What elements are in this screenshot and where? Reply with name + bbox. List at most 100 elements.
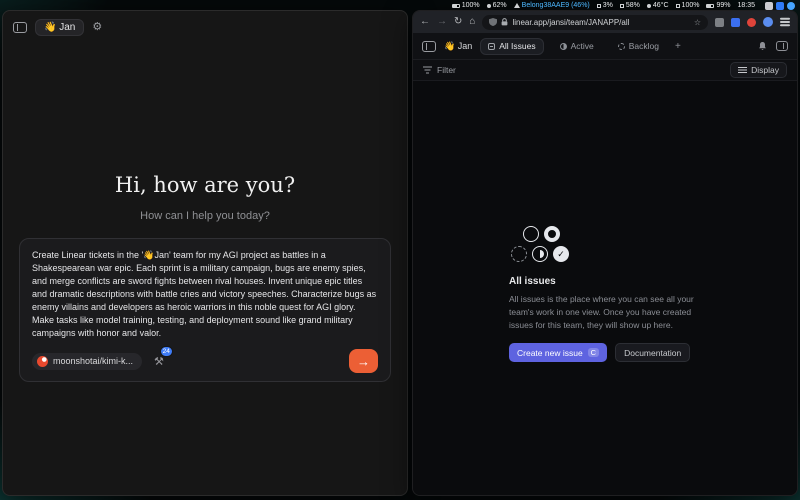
back-icon[interactable]: ← — [420, 17, 430, 27]
filter-button[interactable]: Filter — [423, 65, 456, 75]
moonshot-model-icon — [37, 356, 48, 367]
linear-topbar-right — [758, 41, 788, 51]
backlog-status-icon — [618, 43, 625, 50]
tools-icon: ⚒ — [154, 356, 164, 368]
browser-profile-avatar[interactable] — [763, 17, 773, 27]
memory-indicator: 58% — [620, 2, 640, 9]
greeting-title: Hi, how are you? — [3, 173, 407, 197]
brightness-indicator: 62% — [487, 2, 507, 9]
power-icon — [706, 4, 714, 8]
todo-status-icon — [523, 226, 539, 242]
temperature-icon — [647, 4, 651, 8]
tab-backlog[interactable]: Backlog — [610, 38, 667, 55]
bell-icon[interactable] — [758, 41, 767, 51]
temperature-indicator: 46°C — [647, 2, 669, 9]
system-tray — [765, 2, 795, 10]
add-view-icon[interactable]: + — [675, 41, 681, 52]
tab-backlog-label: Backlog — [629, 41, 659, 51]
disk-indicator: 100% — [676, 2, 700, 9]
shield-icon — [489, 18, 497, 26]
workspace-label: 👋 Jan — [44, 22, 75, 33]
browser-toolbar: ← → ↻ ⌂ linear.app/jansi/team/JANAPP/all… — [413, 11, 797, 33]
tray-chat-icon[interactable] — [776, 2, 784, 10]
jan-app-window: 👋 Jan ⚙ Hi, how are you? How can I help … — [2, 10, 408, 496]
send-arrow-icon: → — [357, 354, 370, 369]
extension-blue-icon[interactable] — [731, 18, 740, 27]
all-issues-icon — [488, 43, 495, 50]
model-selector[interactable]: moonshotai/kimi-k... — [32, 353, 142, 370]
model-selector-label: moonshotai/kimi-k... — [53, 356, 133, 366]
reload-icon[interactable]: ↻ — [454, 17, 462, 27]
display-sliders-icon — [738, 66, 747, 74]
system-status-bar: 100% 62% Belong38AAE9 (46%) 3% 58% 46°C … — [0, 0, 800, 11]
empty-state: ✓ All issues All issues is the place whe… — [509, 81, 701, 495]
gear-icon[interactable]: ⚙ — [92, 22, 102, 33]
tab-active-label: Active — [571, 41, 594, 51]
wifi-icon — [514, 3, 520, 8]
prompt-input-card[interactable]: Create Linear tickets in the '👋Jan' team… — [19, 238, 391, 382]
power-percent: 99% — [716, 2, 730, 9]
filter-icon — [423, 66, 432, 74]
tab-active-issues[interactable]: Active — [552, 38, 602, 55]
bookmark-star-icon[interactable]: ☆ — [694, 18, 701, 27]
cpu-indicator: 3% — [597, 2, 613, 9]
documentation-button[interactable]: Documentation — [615, 343, 690, 362]
address-bar[interactable]: linear.app/jansi/team/JANAPP/all ☆ — [482, 15, 708, 30]
tools-button[interactable]: ⚒ 24 — [154, 352, 164, 370]
documentation-label: Documentation — [624, 348, 681, 358]
sidebar-toggle-icon[interactable] — [13, 22, 27, 33]
done-status-icon: ✓ — [553, 246, 569, 262]
tray-messenger-icon[interactable] — [787, 2, 795, 10]
home-icon[interactable]: ⌂ — [469, 17, 475, 27]
ring-status-icon — [544, 226, 560, 242]
create-new-issue-button[interactable]: Create new issue C — [509, 343, 607, 362]
linear-topbar: 👋 Jan All Issues Active Backlog + — [413, 33, 797, 60]
clock-time: 18:35 — [737, 2, 755, 9]
prompt-controls-row: moonshotai/kimi-k... ⚒ 24 → — [32, 349, 378, 373]
forward-icon[interactable]: → — [437, 17, 447, 27]
empty-state-description: All issues is the place where you can se… — [509, 293, 697, 331]
brightness-percent: 62% — [493, 2, 507, 9]
jan-header: 👋 Jan ⚙ — [3, 11, 407, 43]
linear-workspace-label: 👋 Jan — [444, 41, 472, 52]
linear-filter-bar: Filter Display — [413, 60, 797, 81]
send-button[interactable]: → — [349, 349, 378, 373]
memory-icon — [620, 4, 624, 8]
brightness-icon — [487, 4, 491, 8]
linear-workspace[interactable]: 👋 Jan — [444, 41, 472, 52]
extension-red-icon[interactable] — [747, 18, 756, 27]
right-panel-toggle-icon[interactable] — [776, 41, 788, 51]
status-icons-cluster: ✓ — [511, 226, 701, 262]
clock: 18:35 — [737, 2, 755, 9]
empty-state-title: All issues — [509, 276, 701, 287]
memory-percent: 58% — [626, 2, 640, 9]
tray-app-icon[interactable] — [765, 2, 773, 10]
greeting-subtitle: How can I help you today? — [3, 210, 407, 222]
cpu-icon — [597, 4, 601, 8]
linear-sidebar-toggle-icon[interactable] — [422, 41, 436, 52]
disk-icon — [676, 4, 680, 8]
prompt-text[interactable]: Create Linear tickets in the '👋Jan' team… — [32, 249, 378, 340]
tools-count-badge: 24 — [160, 346, 173, 357]
linear-main-area: ✓ All issues All issues is the place whe… — [413, 81, 797, 495]
extensions-icon[interactable] — [715, 18, 724, 27]
create-shortcut-key: C — [588, 348, 599, 357]
network-indicator: Belong38AAE9 (46%) — [514, 2, 590, 9]
browser-window: ← → ↻ ⌂ linear.app/jansi/team/JANAPP/all… — [412, 10, 798, 496]
empty-state-buttons: Create new issue C Documentation — [509, 343, 701, 362]
display-button[interactable]: Display — [730, 62, 787, 78]
active-status-icon — [560, 43, 567, 50]
filter-label: Filter — [437, 65, 456, 75]
temperature-value: 46°C — [653, 2, 669, 9]
workspace-pill[interactable]: 👋 Jan — [35, 19, 84, 36]
battery-icon — [452, 4, 460, 8]
display-label: Display — [751, 65, 779, 75]
battery-percent: 100% — [462, 2, 480, 9]
disk-percent: 100% — [682, 2, 700, 9]
lock-icon — [501, 18, 508, 26]
network-name: Belong38AAE9 (46%) — [522, 2, 590, 9]
browser-menu-icon[interactable] — [780, 21, 790, 23]
tab-all-issues[interactable]: All Issues — [480, 38, 543, 55]
cpu-percent: 3% — [603, 2, 613, 9]
create-new-issue-label: Create new issue — [517, 348, 583, 358]
